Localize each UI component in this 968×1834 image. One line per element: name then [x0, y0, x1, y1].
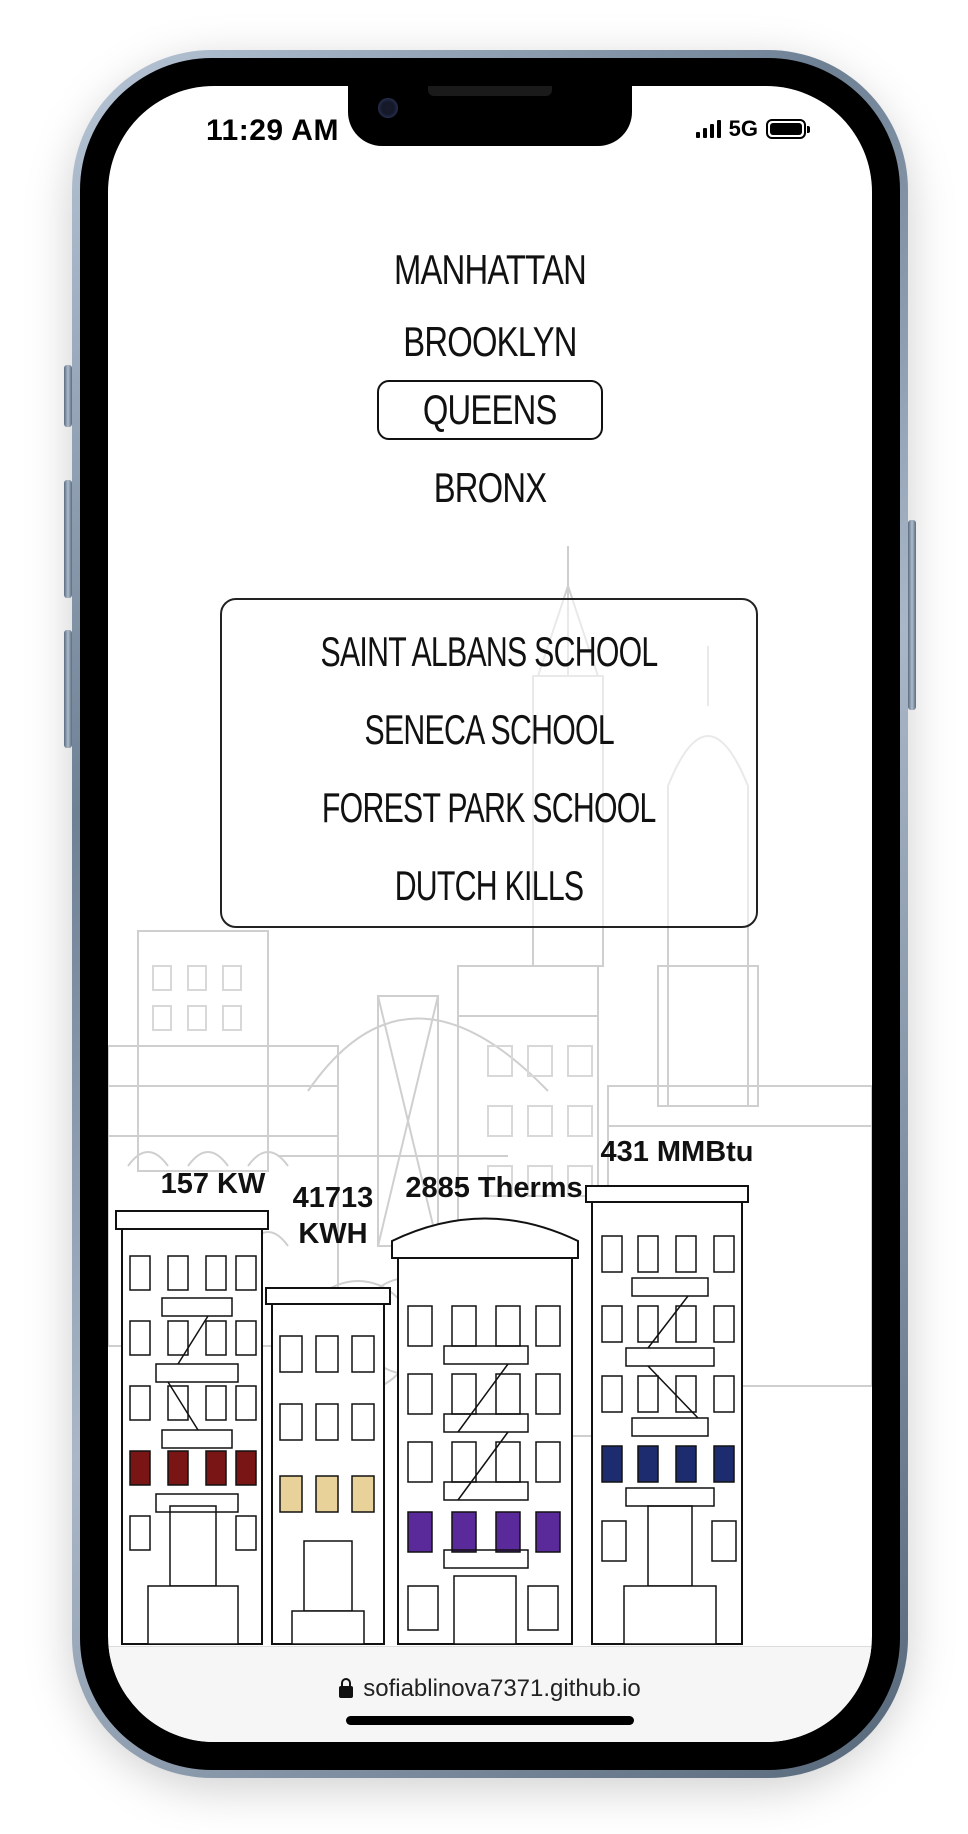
home-indicator[interactable] — [346, 1716, 634, 1725]
school-dutch-kills[interactable]: DUTCH KILLS — [222, 862, 756, 910]
school-list-panel: SAINT ALBANS SCHOOL SENECA SCHOOL FOREST… — [220, 598, 758, 928]
lock-icon — [339, 1678, 354, 1698]
steam-usage-label: 431 MMBtu — [600, 1136, 754, 1168]
electricity-usage-label: 41713 KWH — [278, 1180, 388, 1252]
school-saint-albans[interactable]: SAINT ALBANS SCHOOL — [222, 628, 756, 676]
power-button — [908, 520, 916, 710]
electricity-demand-label: 157 KW — [160, 1168, 266, 1200]
url-display[interactable]: sofiablinova7371.github.io — [108, 1675, 872, 1703]
network-type: 5G — [728, 116, 758, 141]
browser-url-bar[interactable]: sofiablinova7371.github.io — [108, 1646, 872, 1742]
borough-manhattan[interactable]: MANHATTAN — [367, 246, 613, 294]
electricity-usage-value: 41713 — [292, 1182, 374, 1214]
status-indicators: 5G — [695, 116, 810, 142]
borough-queens[interactable]: QUEENS — [377, 380, 603, 440]
screen: 11:29 AM 5G MANHATTAN BROOKLYN QUEENS BR… — [108, 86, 872, 1742]
school-forest-park[interactable]: FOREST PARK SCHOOL — [222, 784, 756, 832]
borough-brooklyn[interactable]: BROOKLYN — [379, 318, 601, 366]
camera-notch — [348, 86, 632, 146]
battery-icon — [766, 119, 810, 139]
url-text: sofiablinova7371.github.io — [363, 1675, 641, 1702]
front-camera-icon — [378, 98, 398, 118]
status-time: 11:29 AM — [206, 114, 339, 147]
borough-bronx[interactable]: BRONX — [418, 464, 562, 512]
gas-usage-label: 2885 Therms — [405, 1172, 583, 1204]
cellular-signal-icon — [695, 120, 721, 138]
volume-down-button — [64, 630, 72, 748]
electricity-usage-unit: KWH — [298, 1218, 368, 1250]
school-seneca[interactable]: SENECA SCHOOL — [222, 706, 756, 754]
silent-switch — [64, 365, 72, 427]
volume-up-button — [64, 480, 72, 598]
